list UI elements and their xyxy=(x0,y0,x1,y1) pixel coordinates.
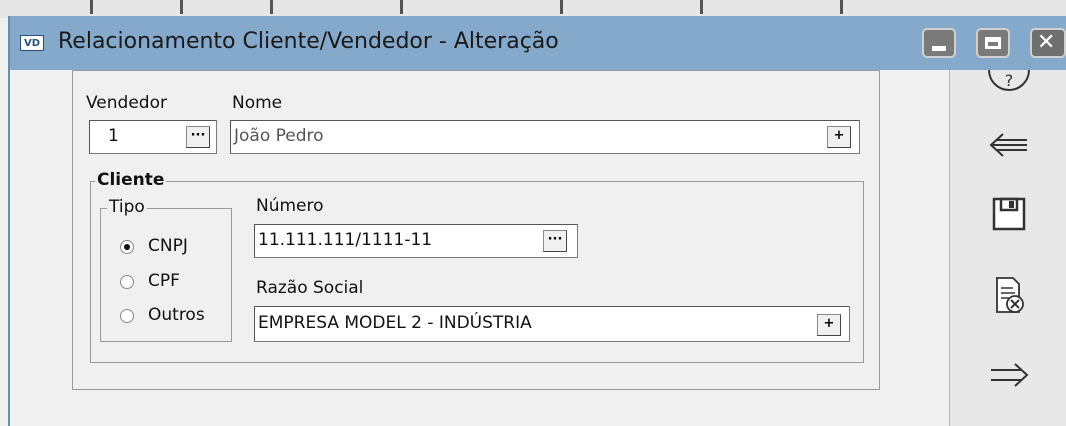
app-icon: VD xyxy=(20,35,44,51)
vendedor-value: 1 xyxy=(108,126,119,146)
numero-value: 11.111.111/1111-11 xyxy=(258,230,433,250)
forward-arrow-icon xyxy=(990,363,1028,387)
radio-button[interactable] xyxy=(120,275,134,289)
radio-label: Outros xyxy=(148,305,205,325)
radio-button[interactable] xyxy=(120,240,134,254)
numero-browse-button[interactable]: ··· xyxy=(543,230,567,252)
cancel-document-icon xyxy=(995,277,1024,313)
radio-label: CNPJ xyxy=(148,236,188,256)
toolbar-fragment xyxy=(700,0,703,14)
svg-text:?: ? xyxy=(1004,71,1013,90)
back-arrow-icon xyxy=(989,133,1027,157)
toolbar-fragment xyxy=(90,0,93,14)
save-button[interactable] xyxy=(950,196,1066,236)
close-button[interactable]: ✕ xyxy=(1030,28,1066,58)
nome-value: João Pedro xyxy=(234,126,324,146)
nome-label: Nome xyxy=(232,93,283,113)
toolbar-fragment xyxy=(270,0,273,14)
radio-button[interactable] xyxy=(120,309,134,323)
cliente-group-title: Cliente xyxy=(95,170,167,190)
numero-field[interactable]: 11.111.111/1111-11 ··· xyxy=(254,224,578,258)
help-icon: ? xyxy=(987,69,1030,91)
vendedor-label: Vendedor xyxy=(86,93,167,113)
cancel-document-button[interactable] xyxy=(950,276,1066,320)
close-icon: ✕ xyxy=(1037,30,1056,55)
title-bar[interactable]: VD Relacionamento Cliente/Vendedor - Alt… xyxy=(10,16,1066,70)
razao-social-add-button[interactable]: + xyxy=(817,314,841,336)
action-sidebar: ? xyxy=(949,69,1066,426)
nome-add-button[interactable]: + xyxy=(827,126,851,148)
maximize-icon xyxy=(985,37,1001,49)
help-button[interactable]: ? xyxy=(950,69,1066,104)
razao-social-field[interactable]: EMPRESA MODEL 2 - INDÚSTRIA + xyxy=(254,306,850,342)
nome-field[interactable]: João Pedro + xyxy=(230,120,860,154)
maximize-button[interactable] xyxy=(976,28,1010,58)
window-title: Relacionamento Cliente/Vendedor - Altera… xyxy=(58,29,559,54)
tipo-group-title: Tipo xyxy=(107,197,147,217)
numero-label: Número xyxy=(256,196,324,216)
minimize-button[interactable] xyxy=(922,28,956,58)
forward-button[interactable] xyxy=(950,360,1066,394)
radio-label: CPF xyxy=(148,271,180,291)
razao-social-value: EMPRESA MODEL 2 - INDÚSTRIA xyxy=(258,313,532,333)
razao-social-label: Razão Social xyxy=(256,278,364,298)
back-button[interactable] xyxy=(950,130,1066,164)
vendedor-browse-button[interactable]: ··· xyxy=(186,126,210,148)
toolbar-fragment xyxy=(560,0,563,14)
toolbar-fragment xyxy=(400,0,403,14)
toolbar-fragment xyxy=(180,0,183,14)
toolbar-fragment xyxy=(840,0,843,14)
save-icon xyxy=(992,197,1025,231)
minimize-icon xyxy=(932,46,946,51)
vendedor-field[interactable]: 1 ··· xyxy=(89,120,217,154)
